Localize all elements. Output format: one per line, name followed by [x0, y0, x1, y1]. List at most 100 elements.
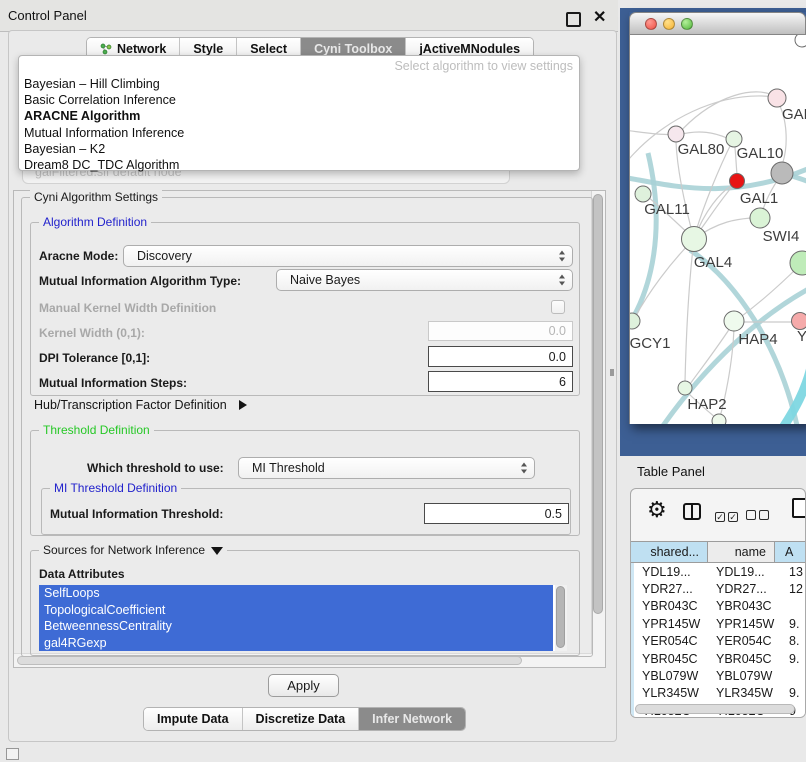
network-node[interactable] — [730, 174, 745, 189]
network-node[interactable] — [790, 251, 806, 275]
table-cell: 8. — [775, 634, 806, 648]
network-node-gal11[interactable] — [635, 186, 651, 202]
tab-impute-data[interactable]: Impute Data — [144, 708, 242, 730]
mi-algorithm-type-combobox[interactable]: Naive Bayes — [276, 269, 573, 291]
column-header[interactable]: shared... — [631, 542, 708, 562]
table-row[interactable]: YBR045CYBR045C9. — [634, 650, 806, 667]
expand-arrow-icon[interactable] — [239, 400, 247, 410]
float-panel-icon[interactable] — [566, 12, 581, 27]
network-edge[interactable] — [678, 92, 776, 134]
network-node-gcy1[interactable] — [630, 313, 640, 329]
network-graph[interactable]: GALGAL80GAL10GAL1GAL11SWI4GAL4GCY1HAP4YH… — [630, 35, 806, 424]
node-label: GAL10 — [737, 145, 784, 162]
mi-steps-input[interactable]: 6 — [428, 371, 573, 392]
kernel-width-input[interactable]: 0.0 — [428, 321, 573, 341]
which-threshold-combobox[interactable]: MI Threshold — [238, 457, 535, 479]
network-edge[interactable] — [685, 239, 694, 382]
deselect-all-checks-icon[interactable] — [746, 507, 772, 525]
column-header[interactable]: A — [775, 542, 806, 562]
table-cell: YER054C — [708, 634, 775, 648]
table-cell: 9. — [775, 617, 806, 631]
data-attribute-item[interactable]: BetweennessCentrality — [39, 618, 553, 635]
horizontal-scrollbar-thumb[interactable] — [17, 656, 522, 665]
network-window-titlebar[interactable] — [629, 12, 806, 35]
tab-discretize-data[interactable]: Discretize Data — [242, 708, 359, 730]
algorithm-option[interactable]: Bayesian – Hill Climbing — [22, 76, 576, 92]
node-label: GAL4 — [694, 254, 732, 271]
mi-threshold-label: Mutual Information Threshold: — [50, 507, 223, 521]
table-row[interactable]: YDL19...YDL19...13 — [634, 563, 806, 580]
manual-kernel-width-checkbox[interactable] — [551, 300, 565, 314]
cyni-bottom-tabs: Impute Data Discretize Data Infer Networ… — [143, 707, 466, 731]
algorithm-option[interactable]: Mutual Information Inference — [22, 125, 576, 141]
table-row[interactable]: YER054CYER054C8. — [634, 633, 806, 650]
network-node[interactable] — [712, 414, 726, 424]
table-cell: YDL19... — [708, 565, 775, 579]
network-node[interactable] — [795, 35, 806, 47]
panel-splitter-handle[interactable] — [610, 369, 614, 376]
algorithm-option[interactable]: Bayesian – K2 — [22, 141, 576, 157]
table-cell: 9. — [775, 686, 806, 700]
tab-infer-network[interactable]: Infer Network — [358, 708, 465, 730]
data-attribute-item[interactable]: gal4RGexp — [39, 635, 553, 652]
algorithm-option[interactable]: Dream8 DC_TDC Algorithm — [22, 157, 576, 173]
list-scrollbar-thumb[interactable] — [556, 586, 565, 648]
control-panel-title: Control Panel — [8, 8, 87, 23]
mi-threshold-input[interactable]: 0.5 — [424, 503, 569, 524]
table-row[interactable]: YDR27...YDR27...12 — [634, 580, 806, 597]
network-node-gal4[interactable] — [682, 227, 707, 252]
table-cell: YBR045C — [634, 652, 708, 666]
network-edge[interactable] — [660, 287, 806, 424]
data-attributes-list[interactable]: SelfLoopsTopologicalCoefficientBetweenne… — [39, 585, 567, 651]
table-row[interactable]: YLR345WYLR345W9. — [634, 685, 806, 702]
mi-steps-label: Mutual Information Steps: — [39, 376, 187, 390]
vertical-scrollbar[interactable] — [591, 191, 605, 667]
network-node-gal[interactable] — [768, 89, 786, 107]
columns-icon[interactable] — [683, 503, 701, 520]
network-canvas[interactable]: GALGAL80GAL10GAL1GAL11SWI4GAL4GCY1HAP4YH… — [629, 35, 806, 424]
algorithm-dropdown-popup: Select algorithm to view settings Bayesi… — [18, 55, 580, 171]
network-node-swi4[interactable] — [750, 208, 770, 228]
node-label: HAP4 — [738, 331, 777, 348]
cyni-algorithm-settings-group: Cyni Algorithm Settings Algorithm Defini… — [21, 197, 593, 657]
table-cell: 9. — [775, 652, 806, 666]
network-edge[interactable] — [634, 239, 694, 319]
algorithm-option[interactable]: ARACNE Algorithm — [22, 108, 576, 124]
aracne-mode-label: Aracne Mode: — [39, 249, 118, 263]
manual-kernel-width-label: Manual Kernel Width Definition — [39, 301, 216, 315]
close-icon[interactable]: ✕ — [593, 7, 606, 27]
table-horizontal-scrollbar-thumb[interactable] — [635, 704, 795, 714]
table-row[interactable]: YPR145WYPR145W9. — [634, 615, 806, 632]
network-node-gal1[interactable] — [771, 162, 793, 184]
table-row[interactable]: YBR043CYBR043C — [634, 598, 806, 615]
apply-button[interactable]: Apply — [268, 674, 339, 697]
combobox-stepper-icon — [521, 463, 527, 474]
network-node-hap4[interactable] — [724, 311, 744, 331]
gear-icon[interactable]: ⚙ — [647, 497, 667, 523]
sources-group: Sources for Network Inference Data Attri… — [30, 550, 580, 656]
network-node-gal80[interactable] — [668, 126, 684, 142]
select-all-checks-icon[interactable]: ✓✓ — [715, 507, 741, 525]
cyni-settings-scrollpane: Cyni Algorithm Settings Algorithm Defini… — [13, 190, 606, 668]
new-table-icon[interactable] — [792, 498, 806, 518]
collapse-arrow-icon[interactable] — [211, 547, 223, 555]
list-scrollbar[interactable] — [555, 585, 567, 651]
column-header[interactable]: name — [708, 542, 775, 562]
vertical-scrollbar-thumb[interactable] — [593, 194, 603, 614]
data-attribute-item[interactable]: TopologicalCoefficient — [39, 602, 553, 619]
node-label: HAP2 — [687, 396, 726, 413]
node-label: GCY1 — [630, 335, 670, 352]
network-edge[interactable] — [678, 132, 727, 138]
dpi-tolerance-input[interactable]: 0.0 — [428, 346, 573, 367]
data-attribute-item[interactable]: SelfLoops — [39, 585, 553, 602]
minimized-panel-icon[interactable] — [6, 748, 19, 760]
network-node-y[interactable] — [792, 313, 806, 330]
algorithm-option[interactable]: Basic Correlation Inference — [22, 92, 576, 108]
window-zoom-icon[interactable] — [681, 18, 693, 30]
window-minimize-icon[interactable] — [663, 18, 675, 30]
hub-transcription-section-toggle[interactable]: Hub/Transcription Factor Definition — [34, 398, 247, 412]
aracne-mode-combobox[interactable]: Discovery — [123, 245, 573, 267]
table-row[interactable]: YBL079WYBL079W — [634, 667, 806, 684]
network-node-hap2[interactable] — [678, 381, 692, 395]
window-close-icon[interactable] — [645, 18, 657, 30]
